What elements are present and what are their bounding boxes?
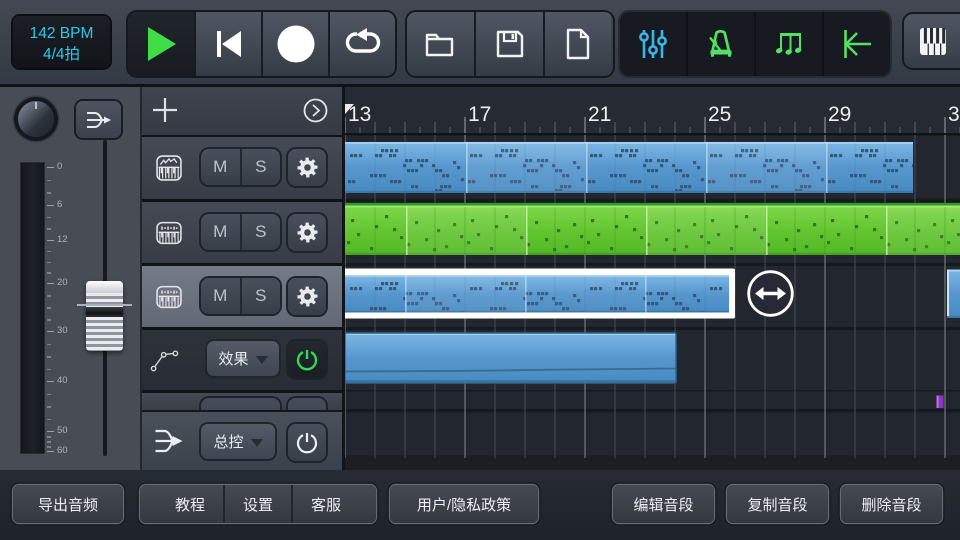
svg-text:25: 25 [708,103,731,126]
svg-text:21: 21 [588,103,611,126]
svg-text:33: 33 [948,103,960,126]
svg-text:29: 29 [828,103,851,126]
svg-text:17: 17 [468,103,491,126]
